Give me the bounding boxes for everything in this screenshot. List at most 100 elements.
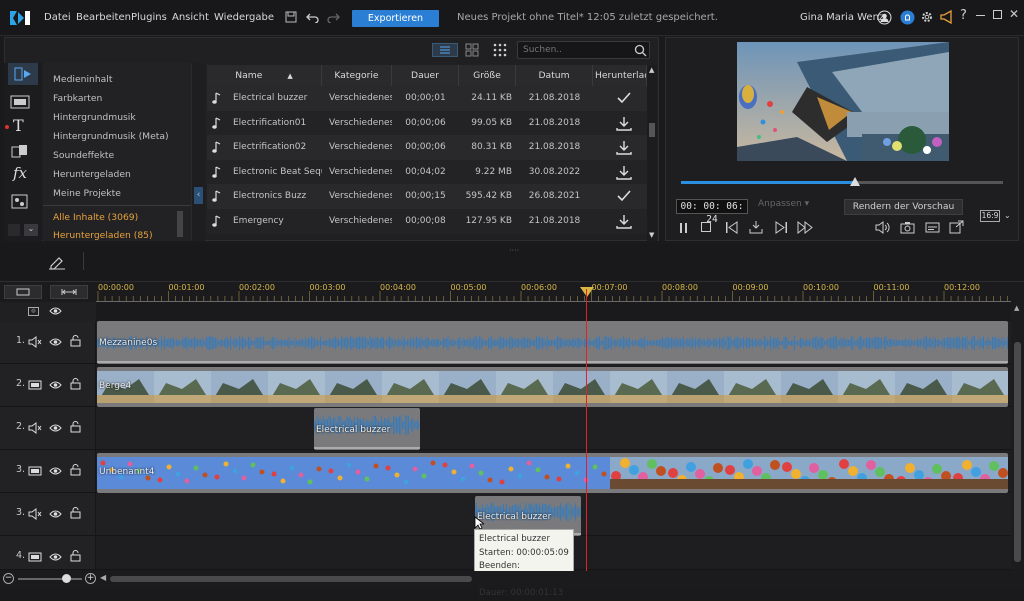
track-visibility-eye-icon[interactable] [49,466,62,476]
scroll-up-icon[interactable]: ▲ [649,66,654,74]
help-icon[interactable]: ? [960,8,967,23]
table-row[interactable]: Electronics Buzz Verschiedenes 00;00;15 595… [207,184,647,209]
aspect-ratio-button[interactable]: 16:9 [980,210,1000,222]
save-icon[interactable] [285,11,297,23]
table-row[interactable]: Electrification01 Verschiedenes 00;00;06 99… [207,110,647,136]
edit-pencil-icon[interactable] [48,254,66,270]
scroll-thumb[interactable] [649,123,655,137]
table-row[interactable]: Electronic Beat Sequ... Verschiedenes 00;0… [207,159,647,185]
track-lock-icon[interactable] [70,464,81,476]
category-item[interactable]: Medieninhalt [53,74,112,85]
track-manager-button[interactable] [4,285,42,299]
category-item[interactable]: Soundeffekte [53,150,114,161]
preview-video[interactable] [737,42,949,161]
maximize-icon[interactable] [993,10,1002,19]
zoom-slider[interactable] [18,578,82,580]
collapse-left-icon[interactable]: ‹ [194,187,203,204]
render-preview-button[interactable]: Rendern der Vorschau [844,199,963,215]
track-visibility-eye-icon[interactable] [49,552,62,562]
snapshot-frame-icon[interactable] [749,220,763,234]
redo-icon[interactable] [327,11,340,23]
undock-icon[interactable] [949,220,964,234]
zoom-slider-handle[interactable] [62,574,71,583]
search-field[interactable] [517,41,650,59]
filter-all-contents[interactable]: Alle Inhalte (3069) [53,212,138,223]
track-lock-icon[interactable] [70,421,81,433]
timeline-track[interactable]: 2. [0,407,1011,450]
panel-splitter[interactable]: ‹ [191,63,205,241]
search-icon[interactable] [634,44,647,57]
track-lock-icon[interactable] [70,335,81,347]
download-icon[interactable] [616,116,632,131]
fast-forward-icon[interactable] [797,221,814,234]
transition-room-icon[interactable] [11,144,29,160]
fx-room-icon[interactable]: fx [13,164,27,182]
zoom-out-icon[interactable]: − [3,573,14,584]
column-header-name[interactable]: Name ▲ [207,65,322,86]
undo-icon[interactable] [306,11,319,23]
category-scrollbar[interactable] [177,211,183,237]
search-input[interactable] [523,45,633,55]
download-icon[interactable] [616,140,632,155]
column-header-date[interactable]: Datum [516,65,593,86]
scroll-down-icon[interactable]: ▼ [649,231,654,239]
scroll-thumb[interactable] [1014,342,1021,562]
playhead-line[interactable] [586,289,587,572]
track-visibility-eye-icon[interactable] [49,509,62,519]
table-row[interactable]: Electrical buzzer Verschiedenes 00;00;01 24… [207,86,647,111]
list-view-icon[interactable] [432,43,458,57]
grid-view-icon[interactable] [493,43,507,57]
export-button[interactable]: Exportieren [352,10,439,27]
track-visibility-eye-icon[interactable] [49,423,62,433]
scroll-up-icon[interactable]: ▲ [1014,304,1019,312]
fit-timeline-button[interactable] [50,285,88,299]
category-item[interactable]: Farbkarten [53,93,102,104]
video-room-icon[interactable] [10,94,30,110]
volume-icon[interactable] [875,221,890,234]
thumbnail-view-icon[interactable] [465,43,479,57]
column-header-size[interactable]: Größe [459,65,516,86]
previous-frame-icon[interactable] [725,221,739,234]
title-room-icon[interactable]: T [13,116,24,135]
user-account-icon[interactable] [877,10,892,25]
stop-icon[interactable] [701,222,711,232]
menu-bearbeiten[interactable]: Bearbeiten [76,12,131,23]
menu-wiedergabe[interactable]: Wiedergabe [214,12,274,23]
seek-handle[interactable] [849,177,860,186]
fit-dropdown[interactable]: Anpassen ▾ [758,199,809,209]
playhead-marker[interactable] [580,287,594,297]
menu-ansicht[interactable]: Ansicht [172,12,209,23]
aspect-dropdown-icon[interactable]: ⌄ [1004,211,1011,220]
column-header-duration[interactable]: Dauer [392,65,459,86]
download-icon[interactable] [616,214,632,229]
category-item[interactable]: Meine Projekte [53,188,121,199]
table-row[interactable]: Emergency Verschiedenes 00;00;08 127.95 KB 2… [207,209,647,234]
settings-gear-icon[interactable] [920,10,934,24]
timecode-display[interactable]: 00: 00: 06: 24 [676,199,748,225]
pip-room-icon[interactable] [11,194,29,210]
zoom-in-icon[interactable]: + [85,573,96,584]
camera-snapshot-icon[interactable] [900,221,915,234]
track-lock-all-icon[interactable]: ◎ [28,307,39,316]
column-header-download[interactable]: Herunterlad [593,65,647,86]
horizontal-scroll-thumb[interactable] [110,576,472,582]
next-frame-icon[interactable] [774,221,788,234]
scroll-left-icon[interactable]: ◀ [100,573,106,582]
column-header-category[interactable]: Kategorie [322,65,392,86]
notification-icon[interactable] [900,10,915,25]
category-item[interactable]: Heruntergeladen [53,169,131,180]
close-icon[interactable]: ✕ [1009,7,1019,21]
track-lock-icon[interactable] [70,550,81,562]
user-name[interactable]: Gina Maria Wenz [800,12,884,23]
subtitle-icon[interactable] [925,221,940,234]
menu-plugins[interactable]: Plugins [131,12,167,23]
filter-downloaded[interactable]: Heruntergeladen (85) [53,230,153,241]
pause-icon[interactable] [679,222,689,234]
media-room-tab[interactable] [8,63,38,85]
video-clip[interactable]: Berge4 [97,367,1008,407]
minimize-icon[interactable] [976,15,985,16]
audio-clip[interactable]: Electrical buzzer [314,408,420,450]
megaphone-icon[interactable] [939,10,954,24]
splitter-handle[interactable]: ···· [509,246,519,255]
chevron-down-icon[interactable]: ⌄ [24,224,38,236]
